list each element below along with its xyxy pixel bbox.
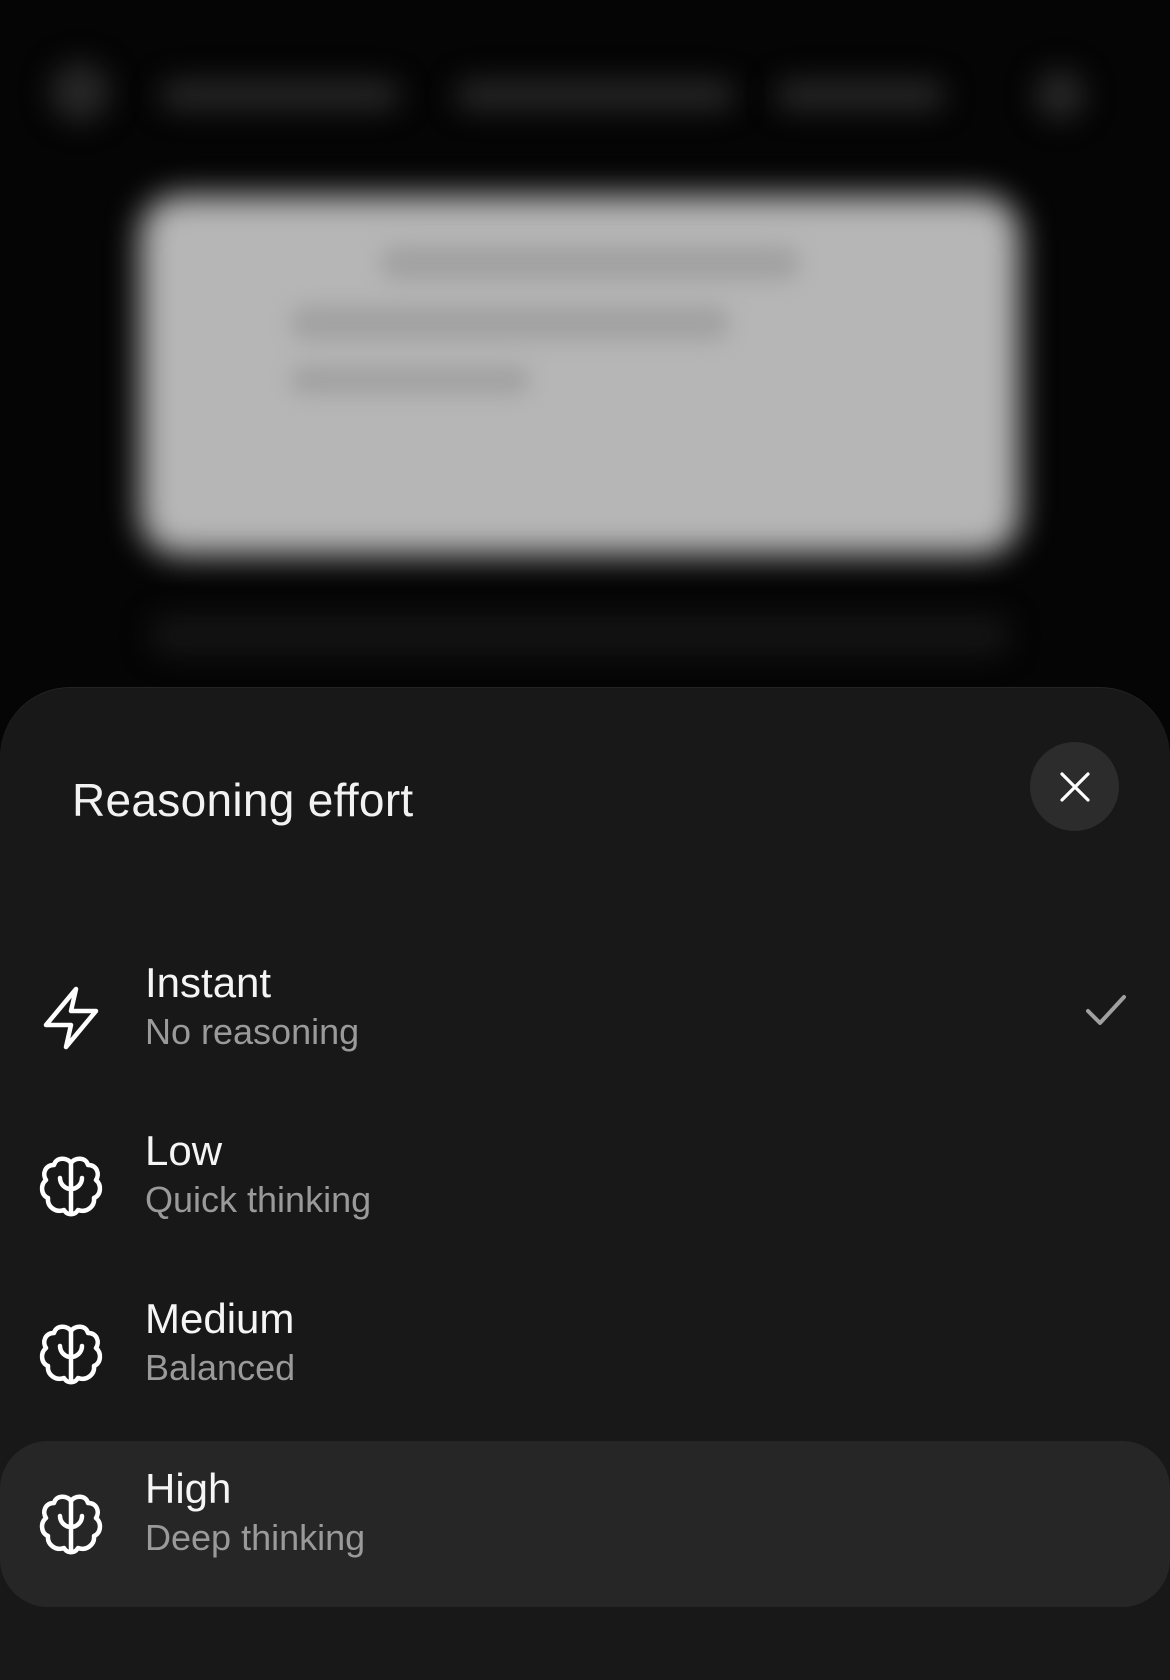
option-label: High <box>145 1465 232 1512</box>
blurred-card-text <box>380 245 800 281</box>
sheet-title: Reasoning effort <box>72 774 414 826</box>
option-high[interactable]: High Deep thinking <box>0 1441 1170 1607</box>
blurred-card-text <box>290 365 530 395</box>
brain-icon <box>39 1494 103 1555</box>
close-icon <box>1059 771 1090 802</box>
blurred-header-icon <box>1035 70 1085 120</box>
blurred-card-text <box>290 305 730 341</box>
close-button[interactable] <box>1030 742 1119 831</box>
option-subtitle: Quick thinking <box>145 1179 372 1220</box>
blurred-header-text <box>160 80 400 110</box>
blurred-background-app <box>0 0 1170 700</box>
blurred-avatar <box>50 62 110 122</box>
option-low[interactable]: Low Quick thinking <box>0 1103 1170 1269</box>
option-medium[interactable]: Medium Balanced <box>0 1271 1170 1437</box>
blurred-header-text <box>455 80 735 110</box>
option-subtitle: No reasoning <box>145 1011 360 1052</box>
option-label: Instant <box>145 959 272 1006</box>
option-label: Low <box>145 1127 223 1174</box>
option-instant[interactable]: Instant No reasoning <box>0 935 1170 1101</box>
option-label: Medium <box>145 1295 295 1342</box>
brain-icon <box>39 1156 103 1217</box>
lightning-icon <box>43 986 99 1050</box>
checkmark-icon <box>1086 995 1126 1025</box>
blurred-header-text <box>775 80 945 110</box>
option-subtitle: Balanced <box>145 1347 296 1388</box>
brain-icon <box>39 1324 103 1385</box>
option-subtitle: Deep thinking <box>145 1517 366 1558</box>
blurred-content <box>150 615 1010 655</box>
